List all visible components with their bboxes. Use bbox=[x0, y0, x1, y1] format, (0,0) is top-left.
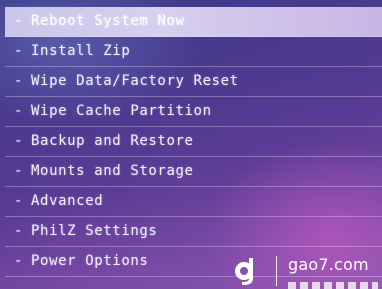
watermark-text-strip bbox=[288, 282, 378, 289]
menu-bullet: - bbox=[14, 133, 24, 149]
menu-item-install-zip[interactable]: - Install Zip bbox=[5, 37, 382, 67]
recovery-menu: - Reboot System Now - Install Zip - Wipe Da… bbox=[5, 7, 382, 277]
menu-bullet: - bbox=[14, 43, 24, 59]
watermark: gao7.com bbox=[232, 252, 382, 289]
menu-bullet: - bbox=[14, 163, 24, 179]
menu-bullet: - bbox=[14, 223, 24, 239]
menu-item-label: Wipe Data/Factory Reset bbox=[31, 73, 239, 89]
menu-item-label: Mounts and Storage bbox=[31, 163, 194, 179]
recovery-screen: - Reboot System Now - Install Zip - Wipe Da… bbox=[0, 0, 382, 289]
menu-bullet: - bbox=[14, 253, 24, 269]
menu-item-label: Power Options bbox=[31, 253, 149, 269]
menu-item-mounts-and-storage[interactable]: - Mounts and Storage bbox=[5, 157, 382, 187]
menu-item-label: Reboot System Now bbox=[31, 13, 185, 29]
menu-item-wipe-data-factory-reset[interactable]: - Wipe Data/Factory Reset bbox=[5, 67, 382, 97]
menu-item-label: Install Zip bbox=[31, 43, 131, 59]
menu-item-backup-and-restore[interactable]: - Backup and Restore bbox=[5, 127, 382, 157]
watermark-divider bbox=[276, 256, 277, 286]
menu-item-label: PhilZ Settings bbox=[31, 223, 158, 239]
menu-item-label: Wipe Cache Partition bbox=[31, 103, 212, 119]
menu-item-philz-settings[interactable]: - PhilZ Settings bbox=[5, 217, 382, 247]
menu-bullet: - bbox=[14, 13, 24, 29]
menu-bullet: - bbox=[14, 73, 24, 89]
menu-item-label: Advanced bbox=[31, 193, 104, 209]
watermark-site-text: gao7.com bbox=[288, 255, 369, 274]
menu-bullet: - bbox=[14, 193, 24, 209]
menu-item-wipe-cache-partition[interactable]: - Wipe Cache Partition bbox=[5, 97, 382, 127]
menu-bullet: - bbox=[14, 103, 24, 119]
menu-item-reboot-system-now[interactable]: - Reboot System Now bbox=[5, 7, 382, 37]
gao7-logo-icon bbox=[235, 258, 254, 285]
menu-item-advanced[interactable]: - Advanced bbox=[5, 187, 382, 217]
menu-item-label: Backup and Restore bbox=[31, 133, 194, 149]
